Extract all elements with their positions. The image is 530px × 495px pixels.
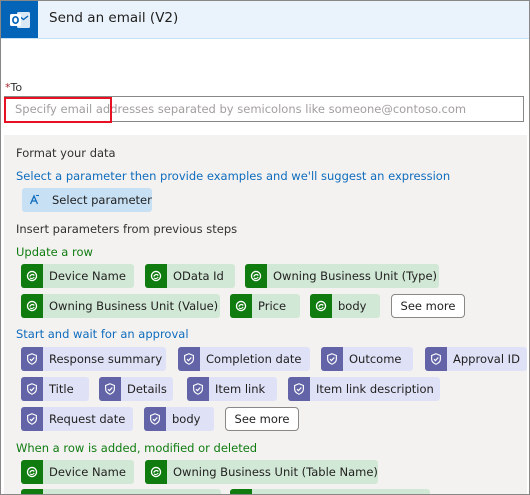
approval-icon [187, 377, 209, 401]
format-data-hint: Select a parameter then provide examples… [16, 169, 451, 183]
token-label: Completion date [206, 352, 302, 366]
token-body-approval[interactable]: body [144, 407, 214, 431]
see-more-button-approval[interactable]: See more [225, 407, 299, 431]
token-label: Request date [49, 412, 126, 426]
approval-icon [21, 407, 43, 431]
dataverse-icon [145, 460, 167, 484]
dataverse-icon [245, 264, 267, 288]
group-title-row-added: When a row is added, modified or deleted [16, 441, 258, 455]
token-request-date[interactable]: Request date [21, 407, 133, 431]
token-label: Details [127, 382, 167, 396]
token-label: body [172, 412, 201, 426]
format-data-heading: Format your data [16, 146, 116, 160]
dataverse-icon [230, 489, 252, 494]
token-label: Device Name [49, 269, 126, 283]
approval-icon [178, 347, 200, 371]
outlook-icon [1, 1, 38, 38]
approval-icon [21, 347, 43, 371]
approval-icon [99, 377, 121, 401]
see-more-button-update-row[interactable]: See more [391, 294, 465, 318]
dataverse-icon [21, 264, 43, 288]
token-label: Approval ID [453, 352, 520, 366]
token-label: Owning Business Unit (Type) [273, 269, 438, 283]
token-response-summary[interactable]: Response summary [21, 347, 166, 371]
dataverse-icon [21, 460, 43, 484]
token-body[interactable]: body [310, 294, 380, 318]
action-header[interactable]: Send an email (V2) [1, 1, 529, 39]
token-device-name-trigger[interactable]: Device Name [21, 460, 134, 484]
to-field[interactable] [4, 96, 524, 122]
approval-icon [288, 377, 310, 401]
action-title: Send an email (V2) [49, 10, 179, 26]
group-title-update-row: Update a row [16, 245, 93, 259]
dataverse-icon [21, 489, 43, 494]
token-approval-id[interactable]: Approval ID [425, 347, 527, 371]
approval-icon [425, 347, 447, 371]
approval-icon [21, 377, 43, 401]
token-owning-business-unit-table-name[interactable]: Owning Business Unit (Table Name) [145, 460, 378, 484]
token-label: body [338, 299, 367, 313]
token-label: Title [49, 382, 74, 396]
token-label: Item link description [316, 382, 434, 396]
token-label: Outcome [349, 352, 402, 366]
token-price[interactable]: Price [230, 294, 300, 318]
token-label: Item link [215, 382, 266, 396]
approval-icon [144, 407, 166, 431]
approval-icon [321, 347, 343, 371]
to-label-text: To [10, 81, 23, 94]
token-partially-visible[interactable] [230, 489, 430, 494]
to-input[interactable] [5, 97, 523, 121]
token-label: Owning Business Unit (Value) [49, 299, 219, 313]
dataverse-icon [21, 294, 43, 318]
token-item-link-description[interactable]: Item link description [288, 377, 440, 401]
token-title[interactable]: Title [21, 377, 89, 401]
select-parameter-label: Select parameter [52, 193, 152, 207]
token-odata-id[interactable]: OData Id [145, 264, 235, 288]
to-field-label: *To [5, 81, 22, 94]
insert-parameters-heading: Insert parameters from previous steps [16, 222, 238, 236]
token-label: Price [258, 299, 287, 313]
token-owning-business-unit-value[interactable]: Owning Business Unit (Value) [21, 294, 220, 318]
dataverse-icon [145, 264, 167, 288]
token-outcome[interactable]: Outcome [321, 347, 413, 371]
token-details[interactable]: Details [99, 377, 173, 401]
token-owning-business-unit-type[interactable]: Owning Business Unit (Type) [245, 264, 439, 288]
token-label: OData Id [173, 269, 224, 283]
token-completion-date[interactable]: Completion date [178, 347, 310, 371]
token-item-link[interactable]: Item link [187, 377, 277, 401]
action-card: Send an email (V2) *To Format your data … [0, 0, 530, 495]
token-label: Response summary [49, 352, 163, 366]
dataverse-icon [230, 294, 252, 318]
token-label: Owning Business Unit (Table Name) [173, 465, 378, 479]
token-label: Device Name [49, 465, 126, 479]
token-partially-visible[interactable] [21, 489, 221, 494]
select-parameter-button[interactable]: Select parameter [22, 188, 152, 212]
group-title-approval: Start and wait for an approval [16, 327, 189, 341]
expression-icon [22, 188, 46, 212]
token-device-name[interactable]: Device Name [21, 264, 134, 288]
dataverse-icon [310, 294, 332, 318]
dynamic-content-panel: Format your data Select a parameter then… [4, 135, 527, 494]
